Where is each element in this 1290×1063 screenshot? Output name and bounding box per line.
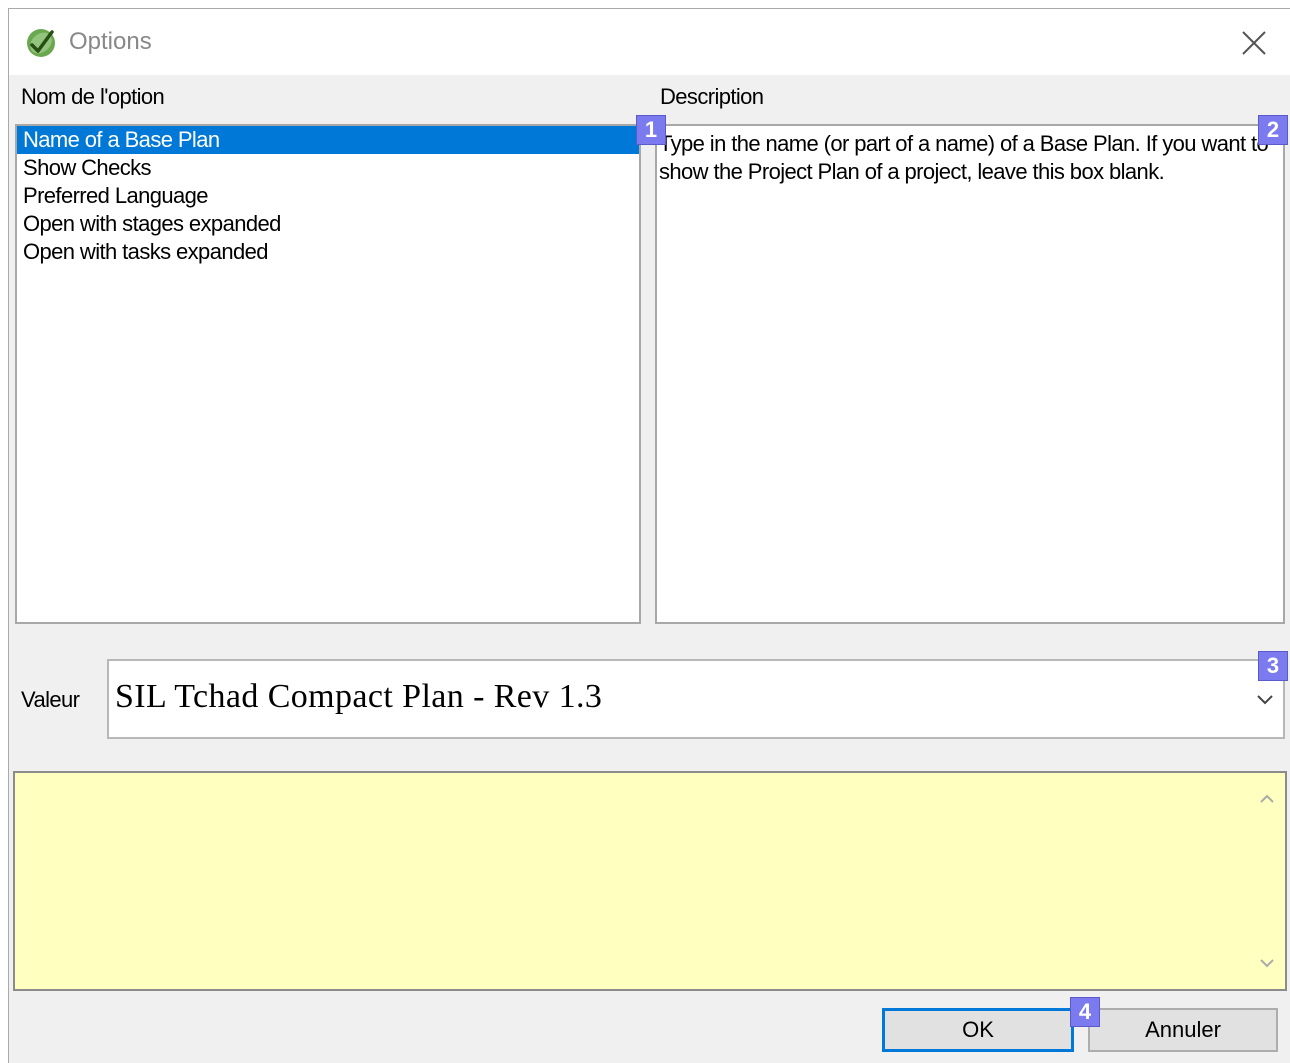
list-item[interactable]: Name of a Base Plan [17, 126, 639, 154]
option-name-label: Nom de l'option [21, 84, 165, 109]
title-bar: Options [9, 9, 1290, 75]
list-item[interactable]: Show Checks [17, 154, 639, 182]
value-label: Valeur [21, 687, 80, 712]
window-title: Options [69, 28, 152, 55]
list-item[interactable]: Open with stages expanded [17, 210, 639, 238]
cancel-button[interactable]: Annuler [1088, 1008, 1278, 1052]
close-button[interactable] [1232, 21, 1276, 65]
list-item[interactable]: Preferred Language [17, 182, 639, 210]
list-item[interactable]: Open with tasks expanded [17, 238, 639, 266]
chevron-down-icon[interactable] [1255, 951, 1279, 975]
notes-textarea[interactable] [13, 771, 1287, 991]
annotation-badge-3: 3 [1258, 651, 1288, 681]
description-label: Description [660, 84, 764, 109]
close-icon [1242, 31, 1266, 55]
annotation-badge-4: 4 [1070, 997, 1100, 1027]
chevron-down-icon[interactable] [1253, 687, 1277, 711]
description-text: Type in the name (or part of a name) of … [655, 124, 1285, 624]
value-combobox-text[interactable]: SIL Tchad Compact Plan - Rev 1.3 [115, 677, 602, 717]
chevron-up-icon[interactable] [1255, 787, 1279, 811]
options-listbox[interactable]: Name of a Base Plan Show Checks Preferre… [15, 124, 641, 624]
options-dialog: Options Nom de l'option Description Name… [8, 8, 1290, 1063]
vertical-scrollbar[interactable] [1249, 773, 1285, 989]
app-leaf-icon [27, 29, 55, 57]
ok-button[interactable]: OK [882, 1008, 1074, 1052]
annotation-badge-2: 2 [1258, 115, 1288, 145]
annotation-badge-1: 1 [636, 115, 666, 145]
value-combobox[interactable]: SIL Tchad Compact Plan - Rev 1.3 [107, 659, 1285, 739]
